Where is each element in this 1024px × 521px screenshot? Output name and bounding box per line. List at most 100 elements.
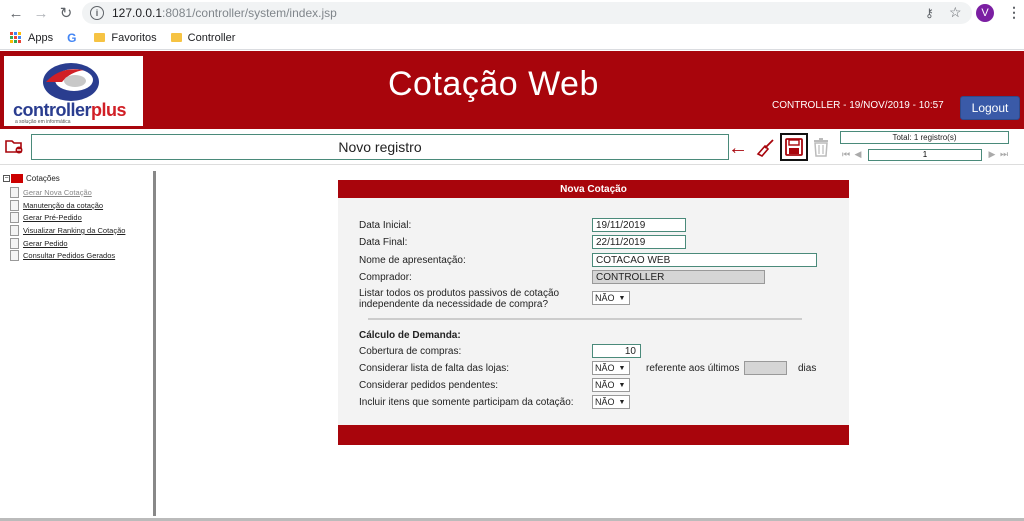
comprador-field: CONTROLLER bbox=[592, 270, 765, 284]
sidebar-item-label: Gerar Pedido bbox=[23, 238, 68, 248]
forward-arrow-icon[interactable]: → bbox=[30, 2, 52, 24]
save-button[interactable] bbox=[780, 133, 808, 161]
cobertura-label: Cobertura de compras: bbox=[359, 346, 462, 357]
chevron-down-icon: ▼ bbox=[618, 294, 626, 302]
dias-label: dias bbox=[798, 363, 817, 374]
data-inicial-field[interactable]: 19/11/2019 bbox=[592, 218, 686, 232]
bookmark-label: Controller bbox=[187, 31, 236, 44]
page-number-input[interactable]: 1 bbox=[868, 148, 982, 161]
apps-grid-icon bbox=[10, 31, 22, 44]
bookmark-controller[interactable]: Controller bbox=[170, 31, 236, 44]
sidebar-item-label: Consultar Pedidos Gerados bbox=[23, 251, 116, 261]
incluir-itens-label: Incluir itens que somente participam da … bbox=[359, 397, 574, 408]
floppy-disk-icon bbox=[785, 138, 803, 156]
collapse-icon[interactable]: − bbox=[3, 175, 10, 182]
logout-button[interactable]: Logout bbox=[960, 96, 1020, 120]
browser-toolbar: ← → ↻ i 127.0.0.1:8081/controller/system… bbox=[0, 0, 1024, 26]
bookmark-apps[interactable]: Apps bbox=[0, 31, 54, 44]
select-value: NÃO bbox=[595, 397, 615, 407]
exit-icon[interactable] bbox=[5, 138, 23, 154]
sidebar: − Cotações Gerar Nova Cotação Manutenção… bbox=[0, 166, 160, 521]
sidebar-item-label: Gerar Pré-Pedido bbox=[23, 213, 82, 223]
chevron-down-icon: ▼ bbox=[618, 398, 626, 406]
document-icon bbox=[10, 186, 19, 198]
last-page-icon[interactable]: ⏭ bbox=[998, 149, 1010, 160]
select-value: NÃO bbox=[595, 293, 615, 303]
document-icon bbox=[10, 237, 19, 249]
kebab-menu-icon[interactable]: ⋮ bbox=[1007, 4, 1021, 21]
logo-tagline: a solução em informática bbox=[15, 119, 71, 125]
data-inicial-label: Data Inicial: bbox=[359, 220, 412, 231]
document-icon bbox=[10, 199, 19, 211]
avatar[interactable]: V bbox=[976, 4, 994, 22]
listar-produtos-select[interactable]: NÃO ▼ bbox=[592, 291, 630, 305]
prev-page-icon[interactable]: ◀ bbox=[852, 149, 864, 160]
sidebar-item-label: Gerar Nova Cotação bbox=[23, 187, 92, 197]
star-icon[interactable]: ☆ bbox=[949, 4, 962, 21]
first-page-icon[interactable]: ⏮ bbox=[840, 149, 852, 160]
comprador-label: Comprador: bbox=[359, 272, 412, 283]
form-title: Nova Cotação bbox=[338, 180, 849, 198]
sidebar-item-pre-pedido[interactable]: Gerar Pré-Pedido bbox=[10, 211, 125, 224]
trash-icon[interactable] bbox=[812, 137, 830, 157]
select-value: NÃO bbox=[595, 363, 615, 373]
data-final-label: Data Final: bbox=[359, 237, 408, 248]
sidebar-scrollbar[interactable] bbox=[153, 171, 156, 516]
chevron-down-icon: ▼ bbox=[618, 381, 626, 389]
bookmark-favoritos[interactable]: Favoritos bbox=[94, 31, 157, 44]
bookmark-label: Favoritos bbox=[111, 31, 157, 44]
back-arrow-icon[interactable]: ← bbox=[728, 137, 748, 160]
document-icon bbox=[10, 224, 19, 236]
logo-swoosh-icon bbox=[43, 63, 99, 101]
tree-items: Gerar Nova Cotação Manutenção da cotação… bbox=[10, 186, 125, 262]
form-footer bbox=[338, 425, 849, 445]
sidebar-item-gerar-pedido[interactable]: Gerar Pedido bbox=[10, 237, 125, 250]
key-icon[interactable]: ⚷ bbox=[925, 6, 934, 20]
info-icon[interactable]: i bbox=[90, 6, 104, 20]
divider bbox=[368, 318, 802, 320]
tree-root-cotacoes[interactable]: − Cotações bbox=[3, 174, 60, 183]
document-icon bbox=[10, 250, 19, 262]
sidebar-item-ranking[interactable]: Visualizar Ranking da Cotação bbox=[10, 224, 125, 237]
cobertura-field[interactable]: 10 bbox=[592, 344, 641, 358]
record-status: Novo registro bbox=[31, 134, 729, 160]
logo: controllerplus a solução em informática bbox=[4, 56, 143, 126]
nome-apresentacao-label: Nome de apresentação: bbox=[359, 255, 466, 266]
sidebar-item-label: Visualizar Ranking da Cotação bbox=[23, 225, 126, 235]
pager: ⏮ ◀ 1 ▶ ⏭ bbox=[840, 148, 1012, 161]
folder-icon bbox=[94, 33, 106, 42]
calculo-demanda-title: Cálculo de Demanda: bbox=[359, 330, 461, 341]
nome-apresentacao-field[interactable]: COTACAO WEB bbox=[592, 253, 817, 267]
address-bar[interactable]: i 127.0.0.1:8081/controller/system/index… bbox=[82, 2, 972, 24]
document-icon bbox=[10, 212, 19, 224]
sidebar-item-gerar-nova-cotacao[interactable]: Gerar Nova Cotação bbox=[10, 186, 125, 199]
data-final-field[interactable]: 22/11/2019 bbox=[592, 235, 686, 249]
dias-field bbox=[744, 361, 787, 375]
falta-lojas-select[interactable]: NÃO ▼ bbox=[592, 361, 630, 375]
incluir-itens-select[interactable]: NÃO ▼ bbox=[592, 395, 630, 409]
referente-label: referente aos últimos bbox=[646, 363, 740, 374]
pedidos-pendentes-label: Considerar pedidos pendentes: bbox=[359, 380, 498, 391]
bookmarks-bar: Apps G Favoritos Controller bbox=[0, 26, 1024, 50]
folder-icon bbox=[170, 33, 182, 42]
pedidos-pendentes-select[interactable]: NÃO ▼ bbox=[592, 378, 630, 392]
folder-icon bbox=[11, 174, 23, 183]
next-page-icon[interactable]: ▶ bbox=[986, 149, 998, 160]
sidebar-item-consultar-pedidos[interactable]: Consultar Pedidos Gerados bbox=[10, 249, 125, 262]
record-count: Total: 1 registro(s) bbox=[840, 131, 1009, 144]
sidebar-item-label: Manutenção da cotação bbox=[23, 200, 104, 210]
bookmark-google[interactable]: G bbox=[67, 31, 80, 45]
url-text: 127.0.0.1:8081/controller/system/index.j… bbox=[112, 6, 337, 20]
listar-produtos-label-line2: independente da necessidade de compra? bbox=[359, 299, 549, 310]
back-arrow-icon[interactable]: ← bbox=[5, 2, 27, 24]
user-info: CONTROLLER - 19/NOV/2019 - 10:57 bbox=[772, 100, 944, 111]
reload-icon[interactable]: ↻ bbox=[55, 2, 77, 24]
falta-lojas-label: Considerar lista de falta das lojas: bbox=[359, 363, 510, 374]
app-header: controllerplus a solução em informática … bbox=[0, 51, 1024, 129]
tree-root-label: Cotações bbox=[26, 174, 60, 183]
select-value: NÃO bbox=[595, 380, 615, 390]
bookmark-label: Apps bbox=[28, 31, 54, 44]
sidebar-item-manutencao[interactable]: Manutenção da cotação bbox=[10, 199, 125, 212]
broom-icon[interactable] bbox=[756, 138, 776, 158]
logo-text: controllerplus bbox=[13, 100, 127, 120]
